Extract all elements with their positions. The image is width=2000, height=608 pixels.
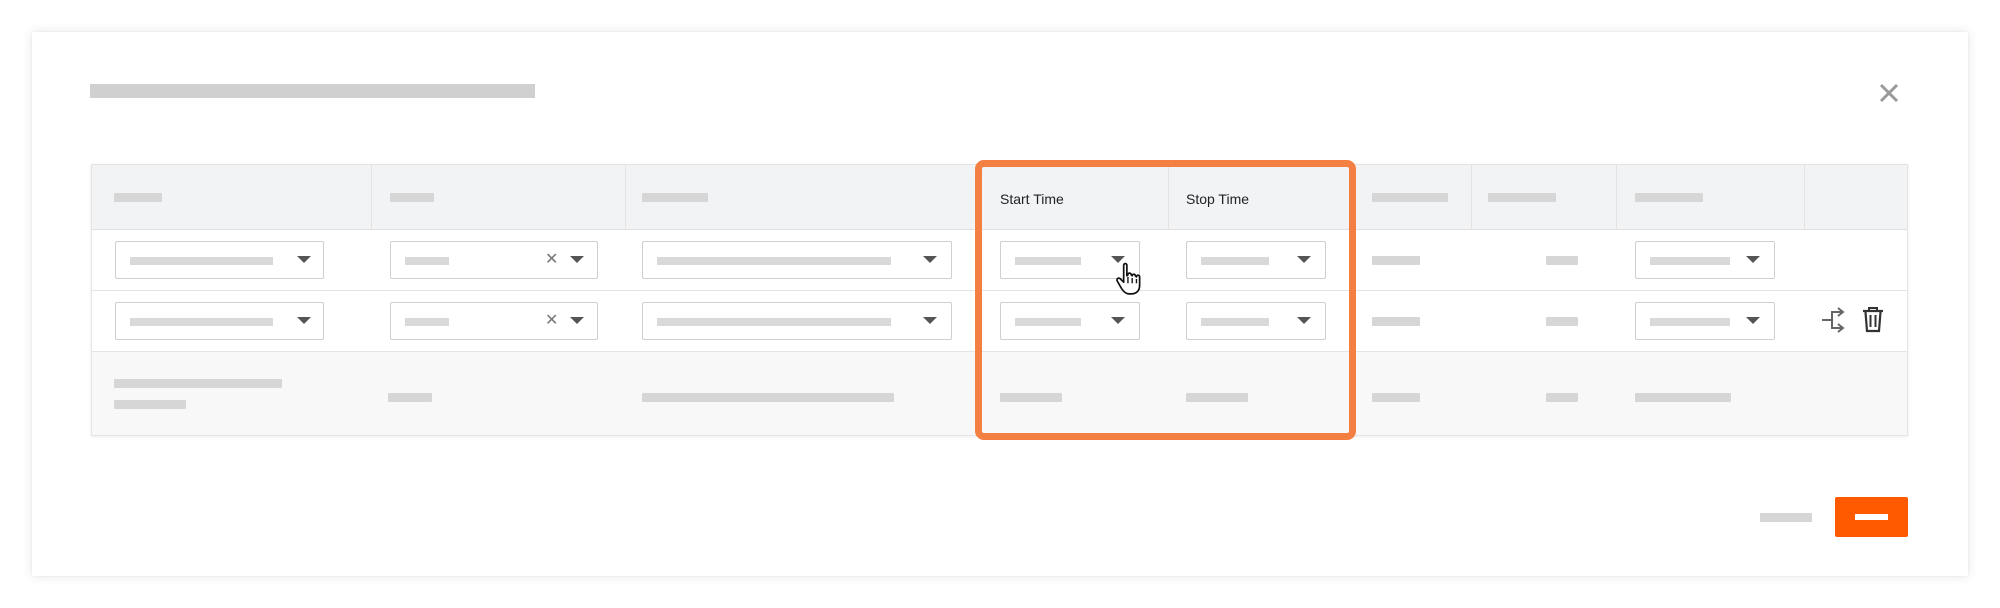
header-placeholder (390, 193, 434, 202)
header-placeholder (1488, 193, 1556, 202)
clear-icon[interactable]: ✕ (545, 252, 558, 268)
cancel-button[interactable] (1760, 513, 1812, 522)
dropdown-select[interactable] (1635, 302, 1775, 340)
dropdown-select[interactable] (115, 302, 324, 340)
trash-icon[interactable] (1860, 305, 1886, 333)
summary-placeholder (114, 379, 282, 388)
summary-placeholder (642, 393, 894, 402)
clear-icon[interactable]: ✕ (545, 313, 558, 329)
close-icon[interactable] (1876, 80, 1902, 106)
modal-title-placeholder (90, 84, 535, 98)
header-placeholder (1635, 193, 1703, 202)
dropdown-select[interactable] (642, 302, 952, 340)
summary-placeholder (1635, 393, 1731, 402)
cell-placeholder (1372, 317, 1420, 326)
header-placeholder (1372, 193, 1448, 202)
dropdown-select[interactable]: ✕ (390, 241, 598, 279)
primary-button[interactable] (1835, 497, 1908, 537)
summary-placeholder (1372, 393, 1420, 402)
header-placeholder (114, 193, 162, 202)
cell-placeholder (1372, 256, 1420, 265)
summary-placeholder (388, 393, 432, 402)
dropdown-select[interactable] (115, 241, 324, 279)
primary-button-label (1855, 514, 1888, 520)
dropdown-select[interactable]: ✕ (390, 302, 598, 340)
dropdown-select[interactable] (642, 241, 952, 279)
cell-placeholder (1546, 256, 1578, 265)
dropdown-select[interactable] (1635, 241, 1775, 279)
time-columns-highlight (975, 160, 1356, 440)
summary-placeholder (1546, 393, 1578, 402)
hand-pointer-icon (1116, 262, 1141, 295)
summary-placeholder (114, 400, 186, 409)
cell-placeholder (1546, 317, 1578, 326)
header-placeholder (642, 193, 708, 202)
split-arrow-icon[interactable] (1820, 307, 1846, 333)
